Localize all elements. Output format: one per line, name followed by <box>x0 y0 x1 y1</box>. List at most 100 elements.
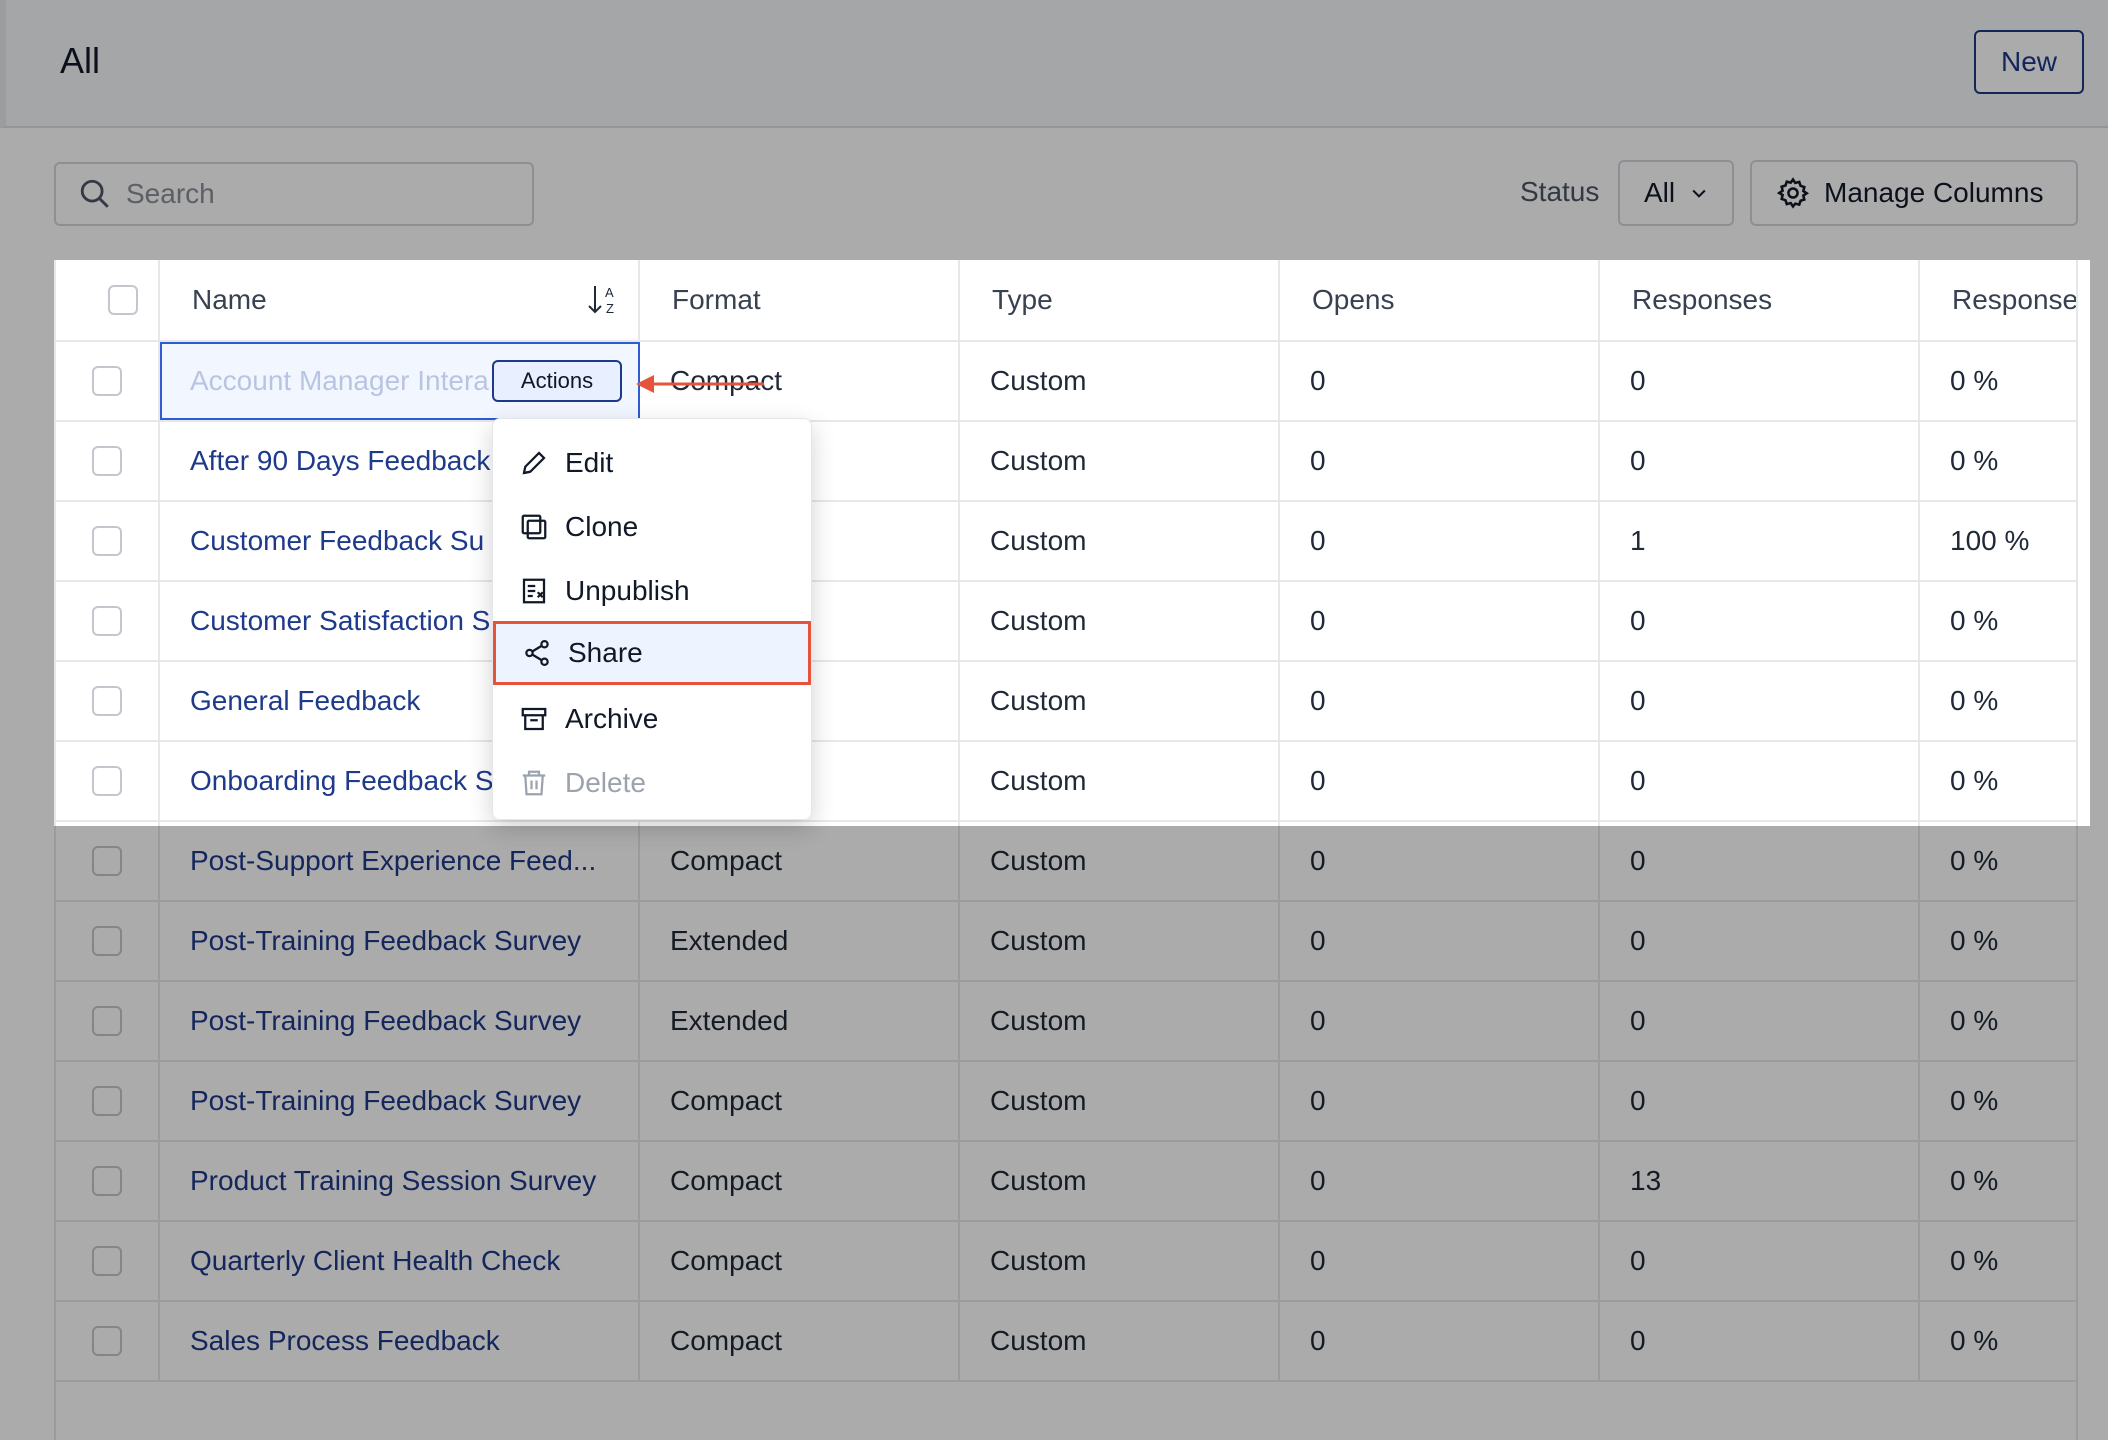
row-checkbox[interactable] <box>92 766 122 796</box>
actions-button[interactable]: Actions <box>492 360 622 402</box>
menu-item-unpublish-label: Unpublish <box>565 575 690 606</box>
menu-item-share-label: Share <box>568 637 643 668</box>
response-rate-cell: 0 % <box>1950 1245 1999 1276</box>
svg-text:A: A <box>605 285 614 300</box>
opens-cell: 0 <box>1280 502 1600 580</box>
row-checkbox[interactable] <box>92 1086 122 1116</box>
search-icon <box>80 179 109 208</box>
table-row[interactable]: Onboarding Feedback S Custom 0 0 0 % <box>56 742 2076 822</box>
row-checkbox[interactable] <box>92 1166 122 1196</box>
manage-columns-button[interactable]: Manage Columns <box>1750 160 2078 226</box>
type-cell: Custom <box>960 982 1280 1060</box>
menu-item-archive[interactable]: Archive <box>493 687 813 751</box>
menu-item-edit[interactable]: Edit <box>493 431 813 495</box>
row-checkbox[interactable] <box>92 686 122 716</box>
menu-item-clone-label: Clone <box>565 511 639 542</box>
type-cell: Custom <box>960 662 1280 740</box>
table-row[interactable]: Post-Support Experience Feed... Compact Cu… <box>56 822 2076 902</box>
select-all-checkbox[interactable] <box>108 285 138 315</box>
table-row[interactable]: Post-Training Feedback Survey Extended Cus… <box>56 902 2076 982</box>
new-button[interactable]: New <box>1974 30 2084 94</box>
table-row[interactable]: Post-Training Feedback Survey Extended Cus… <box>56 982 2076 1062</box>
menu-item-archive-label: Archive <box>565 703 659 734</box>
response-rate-cell: 0 % <box>1950 845 1999 876</box>
page-header: All New <box>0 0 2108 128</box>
format-cell: Compact <box>640 1062 960 1140</box>
menu-item-share[interactable]: Share <box>493 621 811 685</box>
responses-cell: 1 <box>1600 502 1920 580</box>
response-rate-cell: 0 % <box>1950 1085 1999 1116</box>
format-cell: Compact <box>640 1142 960 1220</box>
search-box[interactable] <box>54 162 534 226</box>
opens-cell: 0 <box>1280 662 1600 740</box>
name-cell: Post-Training Feedback Survey <box>160 902 640 980</box>
column-header-format[interactable]: Format <box>640 260 960 340</box>
type-cell: Custom <box>960 502 1280 580</box>
response-rate-cell: 0 % <box>1950 365 1999 396</box>
response-rate-cell: 0 % <box>1950 765 1999 796</box>
survey-name-link[interactable]: Post-Training Feedback Survey <box>190 1085 581 1117</box>
column-header-responses[interactable]: Responses <box>1600 260 1920 340</box>
column-header-type[interactable]: Type <box>960 260 1280 340</box>
search-input[interactable] <box>126 178 506 210</box>
table-row[interactable]: Customer Feedback Su Custom 0 1 100 % <box>56 502 2076 582</box>
survey-name-link[interactable]: Quarterly Client Health Check <box>190 1245 560 1277</box>
sort-az-icon[interactable]: AZ <box>586 280 620 320</box>
survey-name-link[interactable]: Sales Process Feedback <box>190 1325 500 1357</box>
table-row[interactable]: After 90 Days Feedback Custom 0 0 0 % <box>56 422 2076 502</box>
column-header-opens[interactable]: Opens <box>1280 260 1600 340</box>
table-row[interactable]: Sales Process Feedback Compact Custom 0 0 0 % <box>56 1302 2076 1382</box>
row-checkbox[interactable] <box>92 1246 122 1276</box>
opens-cell: 0 <box>1280 822 1600 900</box>
column-header-name-label: Name <box>192 284 267 315</box>
opens-cell: 0 <box>1280 1302 1600 1380</box>
table-row[interactable]: Customer Satisfaction S Custom 0 0 0 % <box>56 582 2076 662</box>
survey-name-link[interactable]: Onboarding Feedback S <box>190 765 494 797</box>
row-checkbox[interactable] <box>92 446 122 476</box>
opens-cell: 0 <box>1280 582 1600 660</box>
column-header-name[interactable]: Name AZ <box>160 260 640 340</box>
menu-item-clone[interactable]: Clone <box>493 495 813 559</box>
row-checkbox[interactable] <box>92 526 122 556</box>
survey-name-link[interactable]: Product Training Session Survey <box>190 1165 596 1197</box>
row-checkbox-cell <box>56 422 160 500</box>
survey-name-link[interactable]: Post-Support Experience Feed... <box>190 845 596 877</box>
status-select[interactable]: All <box>1618 160 1734 226</box>
page-title: All <box>60 40 101 81</box>
format-cell: Extended <box>640 902 960 980</box>
table-row[interactable]: General Feedback Custom 0 0 0 % <box>56 662 2076 742</box>
response-rate-cell: 0 % <box>1950 1005 1999 1036</box>
row-checkbox-cell <box>56 502 160 580</box>
row-checkbox[interactable] <box>92 366 122 396</box>
row-checkbox[interactable] <box>92 606 122 636</box>
menu-item-unpublish[interactable]: Unpublish <box>493 559 813 623</box>
response-rate-cell: 0 % <box>1950 605 1999 636</box>
survey-name-link[interactable]: Customer Feedback Su <box>190 525 484 557</box>
row-checkbox[interactable] <box>92 1006 122 1036</box>
gear-icon <box>1776 177 1810 209</box>
clone-icon <box>521 514 547 540</box>
name-cell: Quarterly Client Health Check <box>160 1222 640 1300</box>
column-header-response-rate[interactable]: Response <box>1920 260 2076 340</box>
responses-cell: 0 <box>1600 1302 1920 1380</box>
survey-name-link[interactable]: General Feedback <box>190 685 420 717</box>
responses-cell: 13 <box>1600 1142 1920 1220</box>
status-label: Status <box>1520 176 1600 207</box>
response-rate-cell: 0 % <box>1950 445 1999 476</box>
survey-name-link[interactable]: After 90 Days Feedback <box>190 445 490 477</box>
survey-name-link[interactable]: Customer Satisfaction S <box>190 605 490 637</box>
responses-cell: 0 <box>1600 1062 1920 1140</box>
name-cell: Post-Training Feedback Survey <box>160 1062 640 1140</box>
table-row[interactable]: Quarterly Client Health Check Compact Cust… <box>56 1222 2076 1302</box>
type-cell: Custom <box>960 1302 1280 1380</box>
survey-name-link[interactable]: Post-Training Feedback Survey <box>190 1005 581 1037</box>
row-checkbox-cell <box>56 822 160 900</box>
row-checkbox[interactable] <box>92 926 122 956</box>
row-checkbox[interactable] <box>92 1326 122 1356</box>
opens-cell: 0 <box>1280 982 1600 1060</box>
row-checkbox[interactable] <box>92 846 122 876</box>
table-row[interactable]: Post-Training Feedback Survey Compact Cust… <box>56 1062 2076 1142</box>
type-cell: Custom <box>960 822 1280 900</box>
table-row[interactable]: Product Training Session Survey Compact Cu… <box>56 1142 2076 1222</box>
survey-name-link[interactable]: Post-Training Feedback Survey <box>190 925 581 957</box>
